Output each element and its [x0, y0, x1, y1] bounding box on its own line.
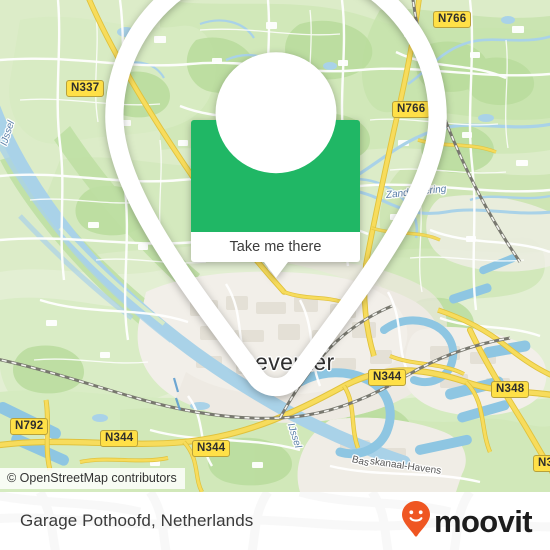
map-canvas[interactable]: Deventer IJssel IJssel Zandwetering Bas … [0, 0, 550, 492]
location-popup[interactable]: Take me there [104, 0, 447, 397]
popup-tail [263, 262, 288, 278]
moovit-wordmark: moovit [433, 503, 533, 539]
moovit-map-screenshot: Deventer IJssel IJssel Zandwetering Bas … [0, 0, 550, 550]
location-pin-icon [1, 0, 550, 422]
road-shield-n34-edge: N34 [533, 455, 550, 472]
moovit-logo[interactable]: moovit [401, 500, 533, 543]
footer-bar: Garage Pothoofd, Netherlands moovit [0, 492, 550, 550]
road-shield-n344-center: N344 [192, 440, 231, 457]
popup-header [104, 0, 447, 397]
road-shield-n344-west: N344 [100, 430, 139, 447]
moovit-pin-smiley-icon [401, 500, 431, 543]
place-title: Garage Pothoofd, Netherlands [20, 511, 254, 530]
map-attribution[interactable]: © OpenStreetMap contributors [0, 468, 185, 489]
